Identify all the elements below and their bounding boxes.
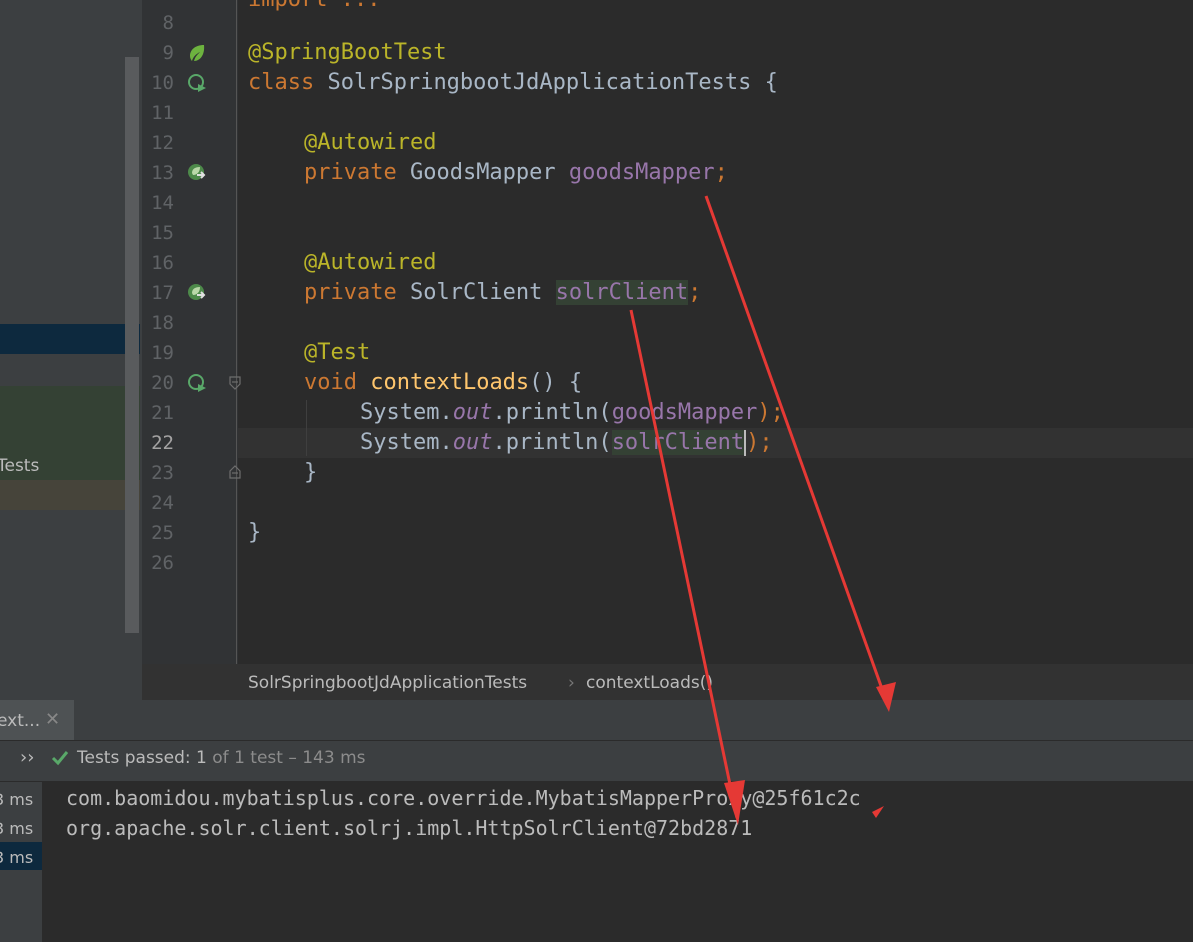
annotation-arrows <box>629 195 896 825</box>
red-arrow-head <box>872 806 884 818</box>
red-arrow-head <box>724 780 745 825</box>
red-arrow-line <box>629 309 739 819</box>
red-arrow-head <box>876 682 896 712</box>
red-arrow-line <box>704 195 888 701</box>
